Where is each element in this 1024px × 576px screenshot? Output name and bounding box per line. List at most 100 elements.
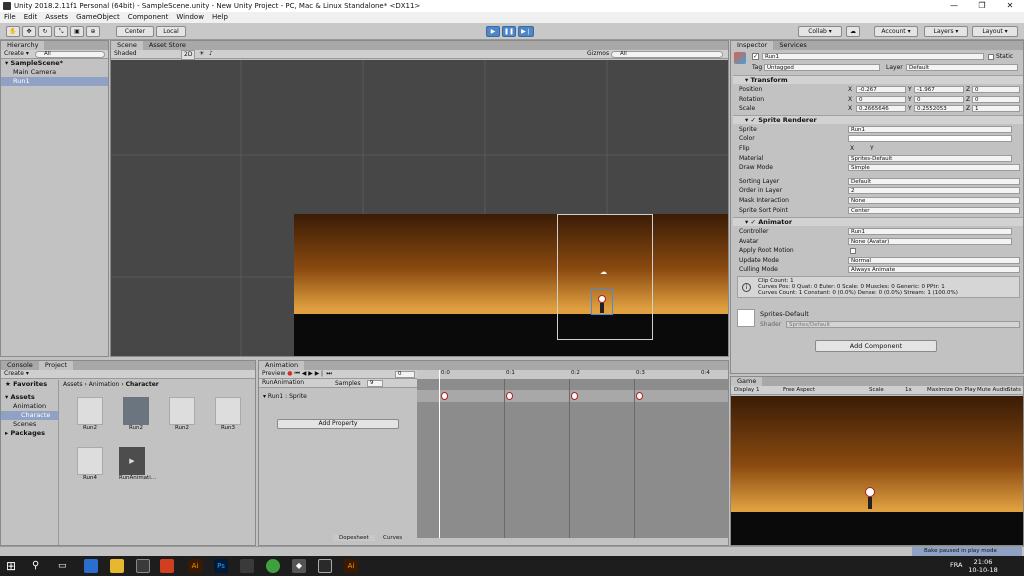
pause-button[interactable]: ❚❚ (502, 26, 516, 37)
file-explorer-icon[interactable] (110, 559, 124, 573)
clock[interactable]: 21:06 10-10-18 (968, 558, 998, 574)
asset-item[interactable]: ▶ RunAnimati... (119, 447, 156, 481)
hierarchy-create-button[interactable]: Create (4, 50, 24, 57)
packages-folder[interactable]: ▸ Packages (1, 429, 58, 438)
move-tool-icon[interactable]: ✥ (22, 26, 36, 37)
menu-component[interactable]: Component (128, 12, 169, 23)
hierarchy-item-main-camera[interactable]: Main Camera (1, 68, 108, 77)
asset-item[interactable]: Run3 (215, 397, 241, 431)
scale-value[interactable]: 1x (905, 386, 912, 394)
shader-dropdown[interactable]: Sprites/Default (786, 321, 1020, 328)
keyframe[interactable] (636, 392, 643, 400)
tab-scene[interactable]: Scene (111, 41, 143, 50)
gameobject-name-input[interactable]: Run1 (762, 53, 984, 60)
ground-sprite[interactable] (294, 314, 728, 356)
collab-button[interactable]: Collab ▾ (798, 26, 842, 37)
tab-console[interactable]: Console (1, 361, 39, 370)
display-dropdown[interactable]: Display 1 (734, 387, 760, 393)
app-icon[interactable] (240, 559, 254, 573)
edge-icon[interactable] (84, 559, 98, 573)
curves-tab[interactable]: Curves (377, 535, 408, 541)
photos-icon[interactable] (318, 559, 332, 573)
breadcrumb-character[interactable]: Character (126, 381, 159, 388)
add-property-button[interactable]: Add Property (277, 419, 399, 429)
mute-audio-toggle[interactable]: Mute Audio (977, 386, 1008, 394)
dopesheet-tab[interactable]: Dopesheet (333, 535, 375, 541)
hierarchy-search-input[interactable]: All (35, 51, 105, 58)
position-x-field[interactable]: -0.267 (856, 86, 906, 93)
unity-taskbar-icon[interactable]: ◆ (292, 559, 306, 573)
menu-file[interactable]: File (4, 12, 16, 23)
position-y-field[interactable]: -1.967 (914, 86, 964, 93)
pivot-center-button[interactable]: Center (116, 26, 154, 37)
close-button[interactable]: ✕ (996, 0, 1024, 12)
flip-y-toggle[interactable]: Y (870, 145, 874, 152)
project-create-button[interactable]: Create (4, 370, 24, 377)
scale-z-field[interactable]: 1 (972, 105, 1020, 112)
illustrator-icon[interactable]: Ai (344, 559, 358, 573)
timeline-ruler[interactable]: 0:0 0:1 0:2 0:3 0:4 (417, 370, 728, 379)
breadcrumb-animation[interactable]: Animation (89, 381, 120, 388)
maximize-button[interactable]: ❐ (968, 0, 996, 12)
sunset-background-sprite[interactable] (294, 214, 728, 314)
tab-hierarchy[interactable]: Hierarchy (1, 41, 45, 50)
breadcrumb-assets[interactable]: Assets (63, 381, 83, 388)
game-viewport[interactable] (731, 396, 1023, 512)
tab-asset-store[interactable]: Asset Store (142, 41, 192, 50)
gizmos-dropdown[interactable]: Gizmos (587, 50, 609, 58)
color-swatch[interactable] (848, 135, 1012, 142)
step-button[interactable]: ▶❘ (518, 26, 534, 37)
tag-dropdown[interactable]: Untagged (764, 64, 880, 71)
scale-tool-icon[interactable]: ⤡ (54, 26, 68, 37)
frame-field[interactable]: 0 (395, 371, 415, 378)
draw-mode-dropdown[interactable]: Simple (848, 164, 1020, 171)
samples-field[interactable]: 9 (367, 380, 383, 387)
static-checkbox[interactable] (988, 54, 994, 60)
keyframe[interactable] (441, 392, 448, 400)
language-indicator[interactable]: FRA (950, 561, 962, 569)
scale-x-field[interactable]: 0.2665646 (856, 105, 906, 112)
keyframe[interactable] (571, 392, 578, 400)
tab-inspector[interactable]: Inspector (731, 41, 774, 50)
position-z-field[interactable]: 0 (972, 86, 1020, 93)
audio-toggle-icon[interactable]: ♪ (209, 50, 213, 58)
record-button[interactable]: ● (287, 370, 292, 377)
assets-folder[interactable]: ▾ Assets (1, 393, 58, 402)
sprite-field[interactable]: Run1 (848, 126, 1012, 133)
flip-x-toggle[interactable]: X (850, 145, 854, 152)
keyframe[interactable] (506, 392, 513, 400)
menu-edit[interactable]: Edit (24, 12, 38, 23)
search-icon[interactable]: ⚲ (32, 559, 46, 573)
layout-dropdown[interactable]: Layout ▾ (972, 26, 1018, 37)
scene-root-item[interactable]: ▾ SampleScene* (1, 59, 108, 68)
layers-dropdown[interactable]: Layers ▾ (924, 26, 968, 37)
playhead[interactable] (439, 370, 440, 538)
hand-tool-icon[interactable]: ✋ (6, 26, 20, 37)
tab-services[interactable]: Services (773, 41, 813, 50)
scale-y-field[interactable]: 0.2552053 (914, 105, 964, 112)
maximize-on-play-toggle[interactable]: Maximize On Play (927, 386, 976, 394)
tab-animation[interactable]: Animation (259, 361, 305, 370)
active-checkbox[interactable]: ✓ (752, 53, 759, 60)
hierarchy-item-run1[interactable]: Run1 (1, 77, 108, 86)
order-in-layer-field[interactable]: 2 (848, 187, 1020, 194)
account-dropdown[interactable]: Account ▾ (874, 26, 918, 37)
menu-window[interactable]: Window (176, 12, 204, 23)
camera-gizmo-icon[interactable]: ☁ (600, 269, 608, 276)
tab-game[interactable]: Game (731, 377, 763, 386)
layer-dropdown[interactable]: Default (906, 64, 1018, 71)
windows-start-icon[interactable]: ⊞ (6, 559, 20, 573)
minimize-button[interactable]: — (940, 0, 968, 12)
mask-interaction-dropdown[interactable]: None (848, 197, 1020, 204)
sprite-renderer-header[interactable]: ▾ ✓ Sprite Renderer (733, 115, 1023, 124)
run1-selected-sprite[interactable] (591, 289, 613, 315)
store-icon[interactable] (136, 559, 150, 573)
tab-project[interactable]: Project (38, 361, 74, 370)
avatar-field[interactable]: None (Avatar) (848, 238, 1012, 245)
rotation-y-field[interactable]: 0 (914, 96, 964, 103)
character-folder[interactable]: Characte (1, 411, 58, 420)
task-view-icon[interactable]: ▭ (58, 559, 72, 573)
rotate-tool-icon[interactable]: ↻ (38, 26, 52, 37)
rotation-x-field[interactable]: 0 (856, 96, 906, 103)
menu-assets[interactable]: Assets (45, 12, 68, 23)
